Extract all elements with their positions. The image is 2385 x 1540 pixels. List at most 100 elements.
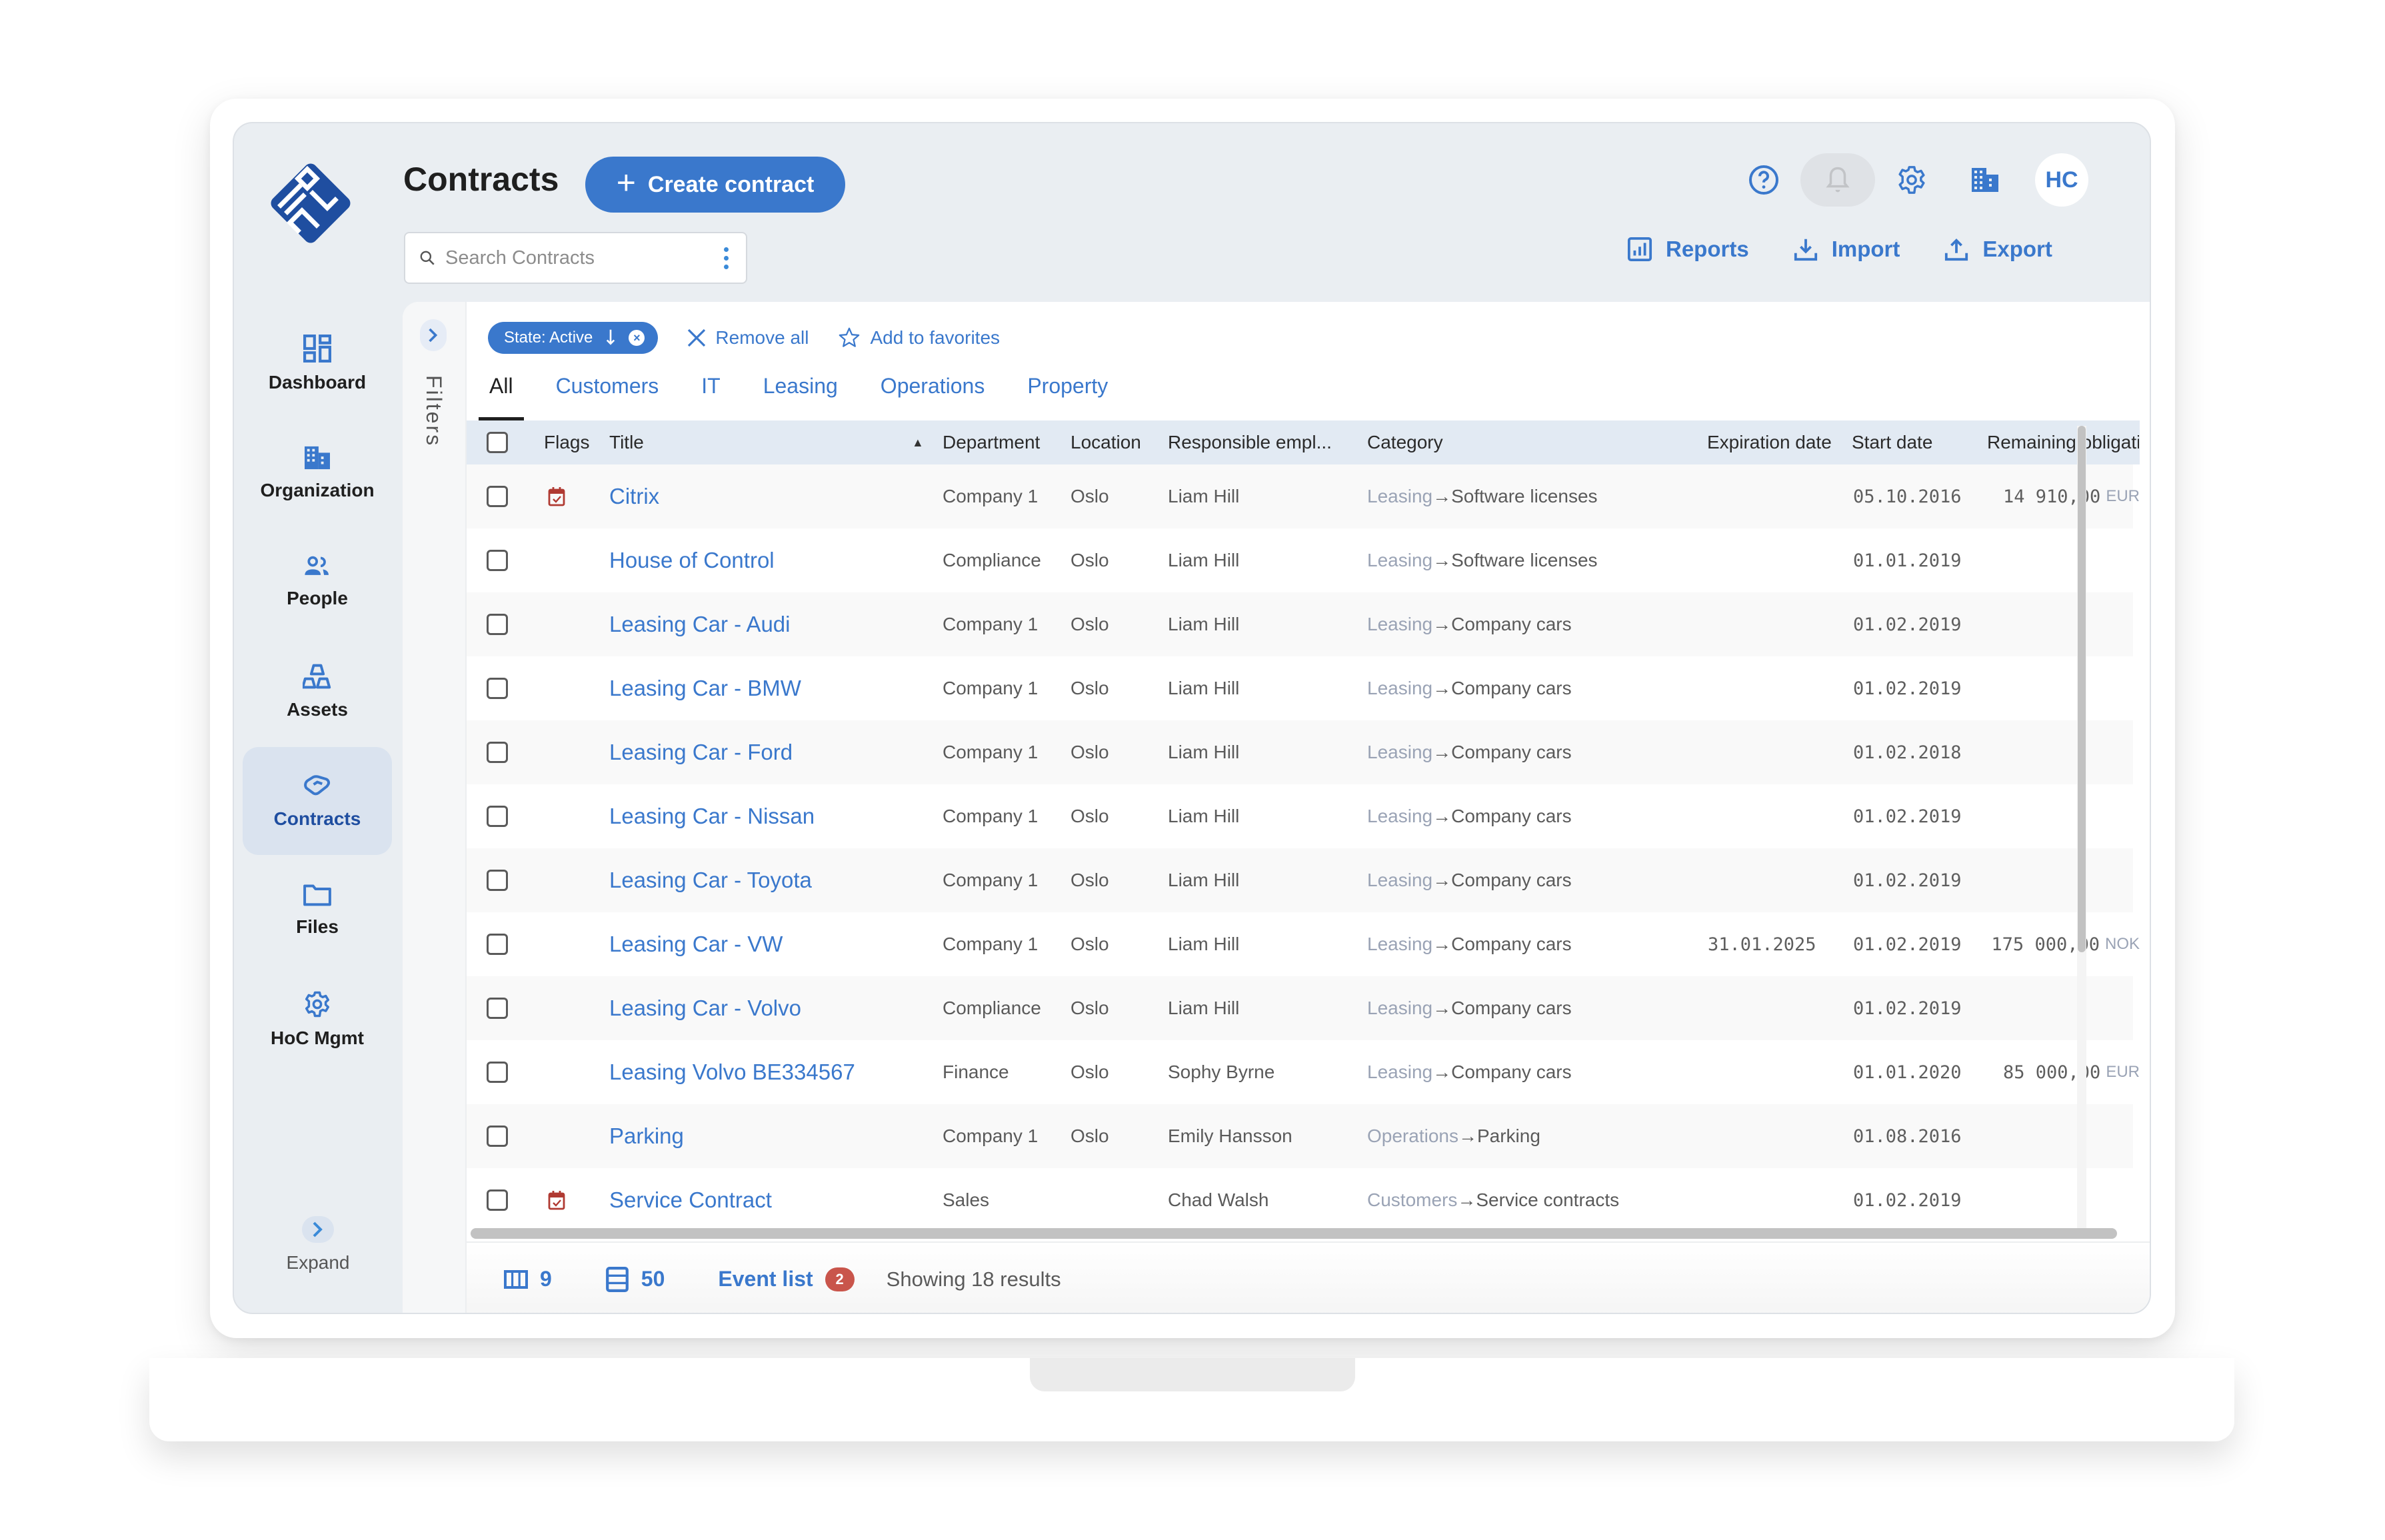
row-checkbox-cell[interactable] — [487, 592, 508, 656]
contract-title-link[interactable]: Leasing Volvo BE334567 — [609, 1040, 855, 1104]
remove-filter-icon[interactable]: × — [629, 330, 645, 346]
contract-title-link[interactable]: Service Contract — [609, 1168, 772, 1223]
row-checkbox[interactable] — [487, 614, 508, 635]
sidebar-item-hoc-mgmt[interactable]: HoC Mgmt — [243, 966, 392, 1074]
settings-button[interactable] — [1875, 153, 1948, 207]
reports-button[interactable]: Reports — [1627, 237, 1749, 262]
remove-all-button[interactable]: Remove all — [687, 327, 809, 349]
row-checkbox-cell[interactable] — [487, 1104, 508, 1168]
table-row[interactable]: Leasing Car - Audi Company 1 Oslo Liam Hill… — [467, 592, 2133, 656]
horizontal-scrollbar-thumb[interactable] — [471, 1228, 2117, 1239]
user-avatar[interactable]: HC — [2035, 153, 2088, 207]
event-list-button[interactable]: Event list 2 — [718, 1267, 855, 1291]
row-checkbox[interactable] — [487, 550, 508, 571]
column-header-remaining[interactable]: Remaining obligati... — [1987, 420, 2139, 464]
table-row[interactable]: Leasing Car - Ford Company 1 Oslo Liam Hill… — [467, 720, 2133, 784]
row-checkbox-cell[interactable] — [487, 464, 508, 528]
table-row[interactable]: Leasing Car - Volvo Compliance Oslo Liam Hi… — [467, 976, 2133, 1040]
tab-leasing[interactable]: Leasing — [742, 374, 859, 420]
filters-rail[interactable]: Filters — [403, 302, 467, 1313]
row-checkbox-cell[interactable] — [487, 528, 508, 592]
tab-property[interactable]: Property — [1006, 374, 1129, 420]
row-checkbox[interactable] — [487, 934, 508, 955]
row-checkbox[interactable] — [487, 870, 508, 891]
filters-toggle-button[interactable] — [420, 319, 447, 351]
column-header-flags[interactable]: Flags — [544, 420, 589, 464]
table-row[interactable]: Leasing Car - Toyota Company 1 Oslo Liam Hi… — [467, 848, 2133, 912]
sidebar-item-people[interactable]: People — [243, 528, 392, 636]
column-header-expiration[interactable]: Expiration date — [1707, 420, 1840, 464]
row-checkbox-cell[interactable] — [487, 1040, 508, 1104]
tab-operations[interactable]: Operations — [859, 374, 1007, 420]
tab-all[interactable]: All — [479, 374, 535, 420]
row-checkbox[interactable] — [487, 678, 508, 699]
column-header-category[interactable]: Category — [1367, 420, 1443, 464]
column-header-location[interactable]: Location — [1071, 420, 1149, 464]
create-contract-button[interactable]: + Create contract — [585, 157, 845, 213]
sidebar-item-organization[interactable]: Organization — [243, 419, 392, 527]
sidebar-item-files[interactable]: Files — [243, 856, 392, 964]
contract-title-link[interactable]: Leasing Car - BMW — [609, 656, 801, 720]
row-checkbox[interactable] — [487, 742, 508, 763]
sidebar-expand[interactable]: Expand — [234, 1216, 402, 1273]
table-row[interactable]: House of Control Compliance Oslo Liam Hill L… — [467, 528, 2133, 592]
row-checkbox-cell[interactable] — [487, 720, 508, 784]
contract-title-link[interactable]: Leasing Car - Audi — [609, 592, 791, 656]
export-button[interactable]: Export — [1944, 237, 2052, 262]
import-button[interactable]: Import — [1793, 237, 1900, 262]
row-checkbox-cell[interactable] — [487, 656, 508, 720]
table-row[interactable]: Leasing Car - Nissan Company 1 Oslo Liam Hi… — [467, 784, 2133, 848]
contract-title-link[interactable]: Leasing Car - VW — [609, 912, 783, 976]
contract-title-link[interactable]: Citrix — [609, 464, 659, 528]
sidebar-item-dashboard[interactable]: Dashboard — [243, 310, 392, 418]
row-checkbox-cell[interactable] — [487, 976, 508, 1040]
vertical-scrollbar[interactable] — [2077, 426, 2086, 1239]
row-checkbox[interactable] — [487, 1126, 508, 1147]
table-row[interactable]: Citrix Company 1 Oslo Liam Hill Leasing → So… — [467, 464, 2140, 528]
row-checkbox-cell[interactable] — [487, 1168, 508, 1223]
vertical-scrollbar-thumb[interactable] — [2078, 426, 2086, 952]
sidebar-item-assets[interactable]: Assets — [243, 638, 392, 746]
table-row[interactable]: Parking Company 1 Oslo Emily Hansson Operati… — [467, 1104, 2133, 1168]
search-options-kebab-icon[interactable] — [720, 243, 733, 273]
column-header-title[interactable]: Title — [609, 420, 644, 464]
row-checkbox[interactable] — [487, 1189, 508, 1211]
house-of-control-logo-icon[interactable] — [261, 153, 361, 253]
contract-title-link[interactable]: Parking — [609, 1104, 684, 1168]
filter-chip-state[interactable]: State: Active × — [488, 322, 659, 354]
row-checkbox[interactable] — [487, 806, 508, 827]
tab-customers[interactable]: Customers — [535, 374, 681, 420]
page-size-button[interactable]: 50 — [605, 1266, 665, 1292]
table-row[interactable]: Leasing Car - VW Company 1 Oslo Liam Hill Le… — [467, 912, 2140, 976]
search-box[interactable] — [404, 232, 747, 284]
notifications-button[interactable] — [1800, 153, 1875, 207]
help-button[interactable] — [1727, 153, 1800, 207]
add-to-favorites-button[interactable]: Add to favorites — [838, 327, 1000, 349]
contract-title-link[interactable]: Leasing Car - Ford — [609, 720, 793, 784]
columns-button[interactable]: 9 — [504, 1267, 552, 1291]
expand-button[interactable] — [302, 1216, 334, 1243]
sort-ascending-icon[interactable]: ▲ — [912, 420, 924, 464]
column-header-department[interactable]: Department — [943, 420, 1049, 464]
row-checkbox-cell[interactable] — [487, 784, 508, 848]
select-all-checkbox-cell[interactable] — [487, 420, 508, 464]
organization-switch-button[interactable] — [1948, 153, 2022, 207]
row-checkbox-cell[interactable] — [487, 912, 508, 976]
contract-title-link[interactable]: Leasing Car - Volvo — [609, 976, 801, 1040]
search-input[interactable] — [445, 247, 711, 269]
table-row[interactable]: Service Contract Sales Chad Walsh Customers… — [467, 1168, 2133, 1223]
contract-title-link[interactable]: Leasing Car - Nissan — [609, 784, 815, 848]
row-checkbox-cell[interactable] — [487, 848, 508, 912]
table-row[interactable]: Leasing Car - BMW Company 1 Oslo Liam Hill L… — [467, 656, 2133, 720]
column-header-responsible[interactable]: Responsible empl... — [1168, 420, 1332, 464]
sidebar-item-contracts[interactable]: Contracts — [243, 747, 392, 855]
row-checkbox[interactable] — [487, 486, 508, 507]
row-checkbox[interactable] — [487, 998, 508, 1019]
contract-title-link[interactable]: Leasing Car - Toyota — [609, 848, 812, 912]
contract-title-link[interactable]: House of Control — [609, 528, 775, 592]
select-all-checkbox[interactable] — [487, 432, 508, 453]
table-row[interactable]: Leasing Volvo BE334567 Finance Oslo Sophy B… — [467, 1040, 2140, 1104]
row-checkbox[interactable] — [487, 1062, 508, 1083]
tab-it[interactable]: IT — [680, 374, 741, 420]
horizontal-scrollbar[interactable] — [467, 1228, 2126, 1240]
